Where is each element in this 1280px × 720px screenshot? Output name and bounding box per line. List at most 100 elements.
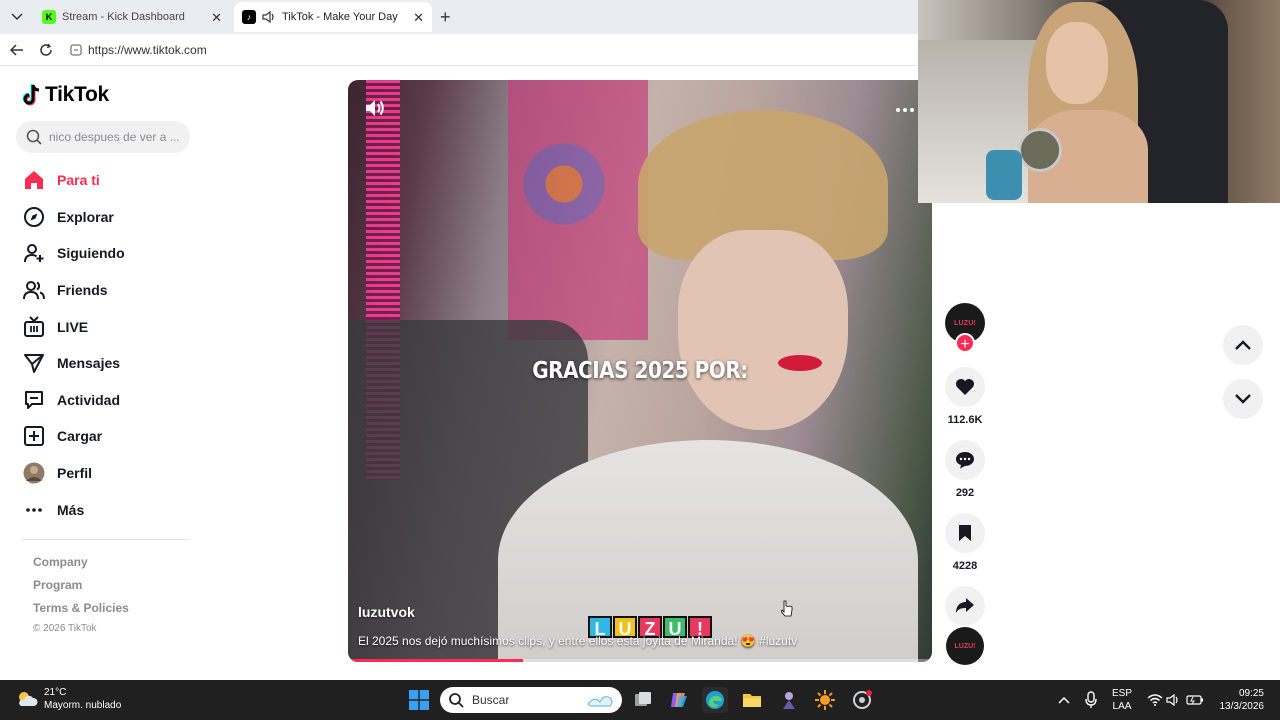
sidebar-item-mas[interactable]: Más bbox=[22, 491, 125, 528]
music-disc-avatar[interactable]: LUZU! bbox=[946, 627, 984, 665]
webcam-microphone bbox=[986, 150, 1022, 200]
task-view-button[interactable] bbox=[630, 687, 656, 713]
friends-icon bbox=[22, 278, 46, 302]
video-progress-fill bbox=[348, 659, 524, 662]
sidebar-item-label: Perfil bbox=[57, 465, 93, 482]
partly-cloudy-icon bbox=[19, 692, 38, 706]
chevron-up-icon bbox=[1058, 696, 1070, 704]
video-author[interactable]: luzutvok bbox=[358, 604, 415, 620]
video-player[interactable]: GRACIAS 2025 POR: L U Z U ! luzutvok El … bbox=[348, 80, 932, 662]
sidebar-item-live[interactable]: LIVE bbox=[22, 308, 125, 345]
chevron-down-icon bbox=[11, 13, 23, 21]
edge-icon bbox=[706, 691, 724, 709]
mouse-cursor-icon bbox=[781, 600, 793, 617]
battery-button[interactable] bbox=[1182, 687, 1208, 713]
follow-button[interactable]: + bbox=[955, 333, 975, 353]
live-icon bbox=[22, 315, 46, 339]
weather-widget[interactable]: 21°C Mayorm. nublado bbox=[16, 686, 121, 712]
language-top: ESP bbox=[1112, 688, 1133, 699]
comment-action: 292 bbox=[945, 440, 985, 499]
start-button[interactable] bbox=[406, 687, 432, 713]
sidebar-item-para-ti[interactable]: Para ti bbox=[22, 162, 125, 199]
comment-count: 292 bbox=[955, 487, 975, 499]
weather-desc: Mayorm. nublado bbox=[44, 700, 122, 711]
sidebar-divider bbox=[22, 539, 190, 540]
windows-taskbar: 21°C Mayorm. nublado Buscar ESP LAA 09:2… bbox=[0, 680, 1280, 720]
tab-menu-button[interactable] bbox=[6, 7, 28, 27]
app-button-1[interactable] bbox=[776, 687, 802, 713]
search-icon bbox=[449, 693, 464, 708]
tray-overflow-button[interactable] bbox=[1051, 687, 1077, 713]
sidebar-item-label: Más bbox=[57, 501, 85, 518]
video-more-button[interactable] bbox=[894, 102, 916, 112]
next-video-button[interactable] bbox=[1223, 379, 1263, 419]
browser-tab-bar: K Stream - Kick Dashboard ✕ ♪ TikTok - M… bbox=[0, 0, 918, 34]
app-button-3[interactable] bbox=[849, 687, 875, 713]
sidebar-item-friends[interactable]: Friends bbox=[22, 272, 125, 309]
sidebar-item-actividad[interactable]: Actividad bbox=[22, 382, 125, 419]
tiktok-logo[interactable]: TikTok bbox=[22, 83, 109, 107]
close-tab-icon[interactable]: ✕ bbox=[413, 10, 424, 26]
battery-icon bbox=[1186, 695, 1203, 705]
site-info-icon[interactable] bbox=[70, 44, 82, 56]
sidebar-item-mensajes[interactable]: Mensajes bbox=[22, 345, 125, 382]
video-overlay-text: GRACIAS 2025 POR: bbox=[532, 356, 748, 384]
close-tab-icon[interactable]: ✕ bbox=[211, 10, 222, 26]
like-button[interactable] bbox=[945, 367, 985, 407]
home-icon bbox=[22, 168, 46, 192]
tab-title: Stream - Kick Dashboard bbox=[62, 11, 185, 23]
language-indicator[interactable]: ESP LAA bbox=[1112, 687, 1132, 713]
comment-button[interactable] bbox=[945, 440, 985, 480]
footer-copyright: © 2026 TikTok bbox=[33, 623, 97, 634]
search-box[interactable] bbox=[16, 121, 190, 153]
swan-highlight-icon bbox=[587, 696, 613, 707]
chevron-down-icon bbox=[1235, 394, 1251, 404]
edge-button[interactable] bbox=[702, 687, 728, 713]
compass-icon bbox=[22, 205, 46, 229]
sidebar-item-label: Siguiendo bbox=[57, 245, 125, 262]
footer-link-program[interactable]: Program bbox=[33, 577, 129, 600]
microphone-button[interactable] bbox=[1078, 687, 1104, 713]
chevron-up-icon bbox=[1235, 340, 1251, 350]
video-scene-wall bbox=[508, 80, 648, 340]
reload-button[interactable] bbox=[38, 42, 54, 58]
video-progress-bar[interactable] bbox=[348, 659, 932, 662]
share-button[interactable] bbox=[945, 586, 985, 626]
tab-tiktok[interactable]: ♪ TikTok - Make Your Day ✕ bbox=[234, 2, 432, 32]
system-clock[interactable]: 09:25 13/3/2026 bbox=[1216, 687, 1265, 713]
volume-button[interactable] bbox=[364, 97, 386, 119]
sidebar-item-label: Actividad bbox=[57, 391, 121, 408]
speaker-icon[interactable] bbox=[262, 11, 276, 23]
address-bar: https://www.tiktok.com bbox=[0, 34, 918, 66]
footer-link-company[interactable]: Company bbox=[33, 554, 129, 577]
previous-video-button[interactable] bbox=[1223, 325, 1263, 365]
logo-text: TikTok bbox=[45, 83, 109, 106]
url-input[interactable]: https://www.tiktok.com bbox=[64, 38, 914, 62]
taskbar-search[interactable]: Buscar bbox=[440, 687, 622, 713]
like-count: 112.6K bbox=[947, 414, 983, 426]
clock-time: 09:25 bbox=[1238, 688, 1264, 699]
tab-kick-dashboard[interactable]: K Stream - Kick Dashboard ✕ bbox=[34, 2, 230, 32]
sidebar-item-siguiendo[interactable]: Siguiendo bbox=[22, 235, 125, 272]
sidebar-item-perfil[interactable]: Perfil bbox=[22, 455, 125, 492]
sidebar-item-label: Explorar bbox=[57, 208, 114, 225]
new-tab-button[interactable]: + bbox=[440, 7, 451, 28]
copilot-button[interactable] bbox=[666, 687, 692, 713]
search-input[interactable] bbox=[49, 130, 185, 144]
avatar-icon bbox=[22, 461, 46, 485]
sidebar-item-explorar[interactable]: Explorar bbox=[22, 199, 125, 236]
app-button-2[interactable] bbox=[812, 687, 838, 713]
footer-link-terms[interactable]: Terms & Policies bbox=[33, 600, 129, 623]
sidebar-item-cargar[interactable]: Cargar bbox=[22, 418, 125, 455]
webcam-face bbox=[1046, 22, 1108, 104]
music-disc-text: LUZU! bbox=[954, 642, 976, 650]
file-explorer-button[interactable] bbox=[739, 687, 765, 713]
back-button[interactable] bbox=[9, 42, 25, 58]
language-bottom: LAA bbox=[1112, 701, 1132, 712]
reload-icon bbox=[40, 43, 52, 56]
creator-avatar[interactable]: LUZU! + bbox=[945, 303, 985, 353]
activity-icon bbox=[22, 388, 46, 412]
ellipsis-icon bbox=[896, 108, 914, 112]
save-button[interactable] bbox=[945, 513, 985, 553]
microphone-icon bbox=[1085, 691, 1097, 708]
